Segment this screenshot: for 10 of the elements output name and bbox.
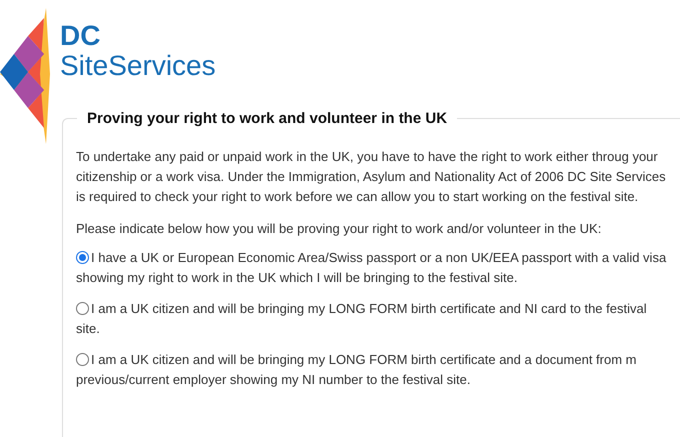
logo-text: SiteServices [60,52,216,80]
intro-paragraph: To undertake any paid or unpaid work in the UK, you have to have the right to work either throug your citizenship or a work visa. Under the Immigration, Asylum and Nationality Act of 2006 DC Site Services is required to check your right to work before we can allow you to start working on the festival site. [76,148,667,206]
radio-button[interactable] [76,352,89,366]
prompt-text: Please indicate below how you will be proving your right to work and/or volunteer in the UK: [76,220,602,238]
radio-button[interactable] [76,250,89,264]
radio-option[interactable]: I am a UK citizen and will be bringing my LONG FORM birth certificate and a document from m previous/current employer showing my NI number to the festival site. [76,350,672,390]
radio-option[interactable]: I am a UK citizen and will be bringing my LONG FORM birth certificate and NI card to the festival site. [76,298,672,338]
radio-option[interactable]: I have a UK or European Economic Area/Swiss passport or a non UK/EEA passport with a valid visa showing my right to work in the UK which I will be bringing to the festival site. [76,248,672,288]
radio-button[interactable] [76,302,89,314]
logo-text: DC [60,22,102,50]
